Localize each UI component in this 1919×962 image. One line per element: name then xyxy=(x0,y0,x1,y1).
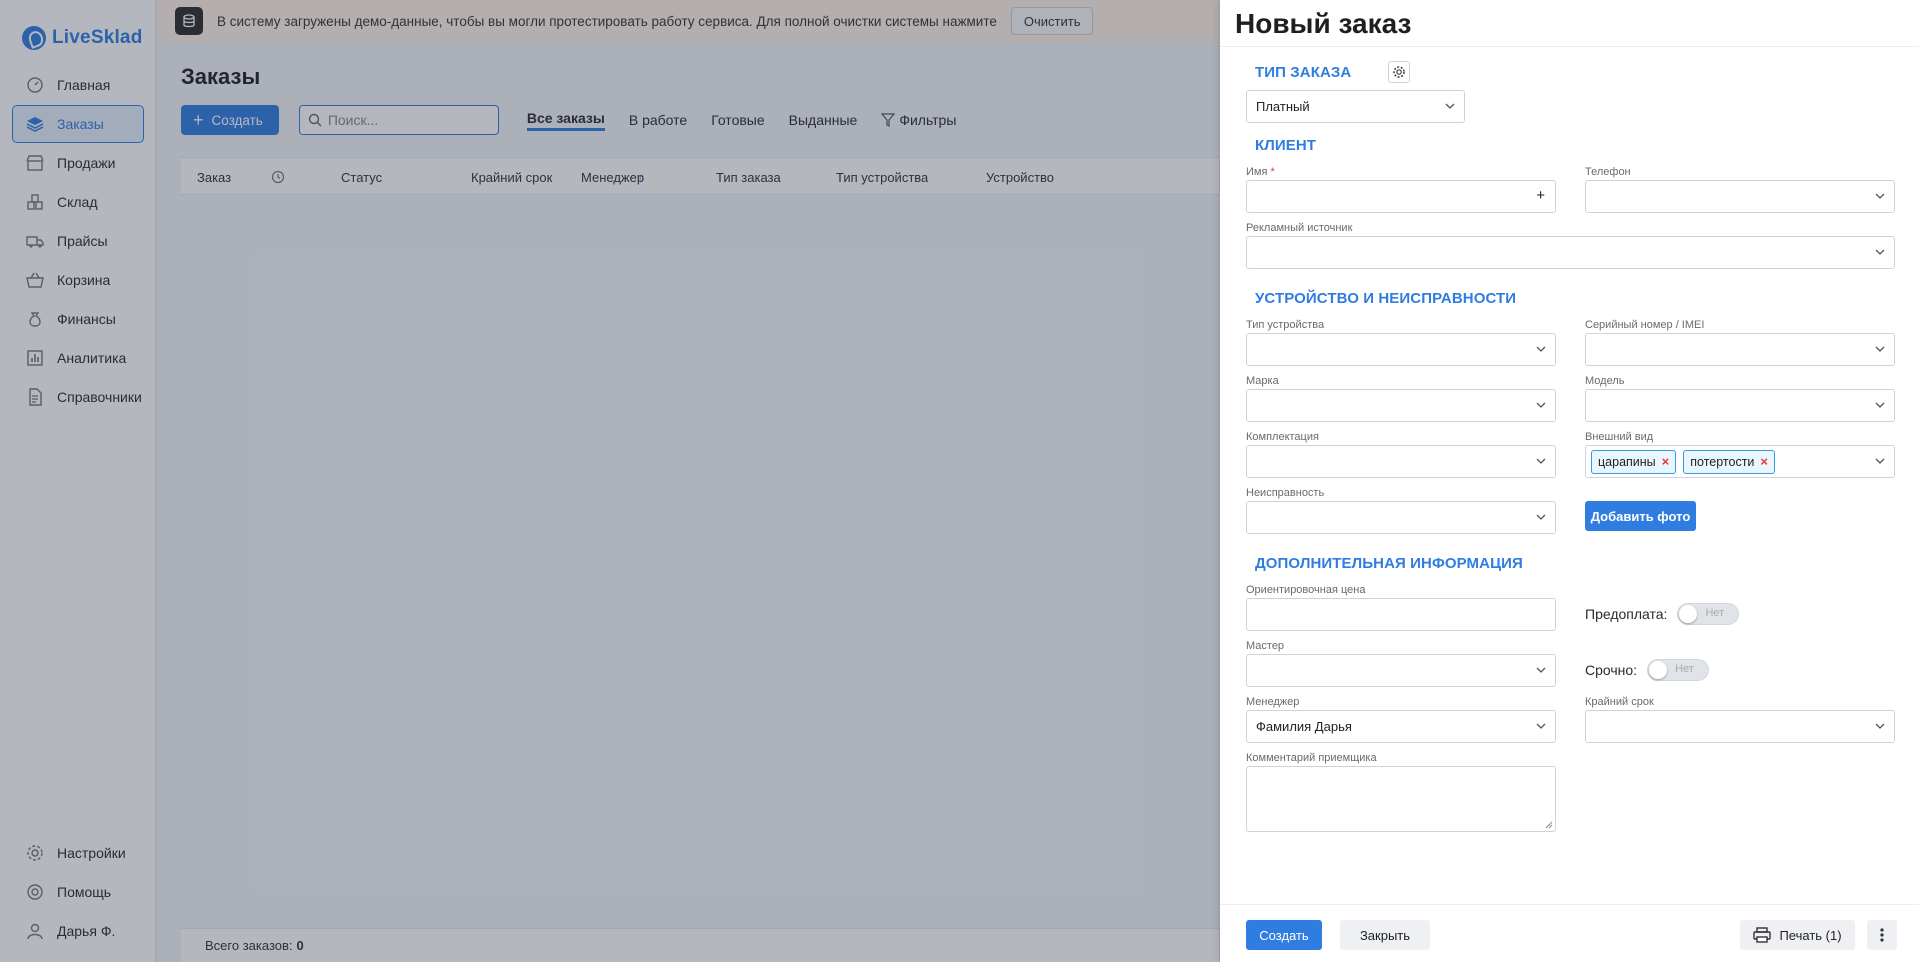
kit-label: Комплектация xyxy=(1246,431,1319,443)
prepayment-label: Предоплата: xyxy=(1585,606,1668,622)
device-type-label: Тип устройства xyxy=(1246,319,1325,331)
phone-select[interactable] xyxy=(1585,180,1895,213)
chevron-down-icon xyxy=(1536,723,1546,729)
prepayment-toggle[interactable]: Нет xyxy=(1677,603,1740,625)
manager-label: Менеджер xyxy=(1246,696,1300,708)
urgent-toggle-row: Срочно: Нет xyxy=(1585,659,1710,681)
comment-textarea[interactable] xyxy=(1246,766,1556,832)
manager-value: Фамилия Дарья xyxy=(1256,719,1352,734)
chevron-down-icon xyxy=(1875,723,1885,729)
toggle-state: Нет xyxy=(1705,607,1725,619)
chevron-down-icon xyxy=(1536,458,1546,464)
deadline-label: Крайний срок xyxy=(1585,696,1654,708)
toggle-knob xyxy=(1649,661,1668,679)
close-button[interactable]: Закрыть xyxy=(1340,920,1430,950)
name-label-text: Имя xyxy=(1246,166,1268,178)
price-input[interactable] xyxy=(1246,598,1556,631)
ad-source-select[interactable] xyxy=(1246,236,1895,269)
add-client-icon[interactable]: + xyxy=(1536,187,1545,204)
section-order-type: ТИП ЗАКАЗА xyxy=(1255,64,1352,81)
chevron-down-icon xyxy=(1875,193,1885,199)
master-select[interactable] xyxy=(1246,654,1556,687)
price-label: Ориентировочная цена xyxy=(1246,584,1366,596)
appearance-multiselect[interactable]: царапины × потертости × xyxy=(1585,445,1895,478)
fault-label: Неисправность xyxy=(1246,487,1325,499)
order-type-settings-button[interactable] xyxy=(1388,61,1410,83)
chevron-down-icon xyxy=(1875,402,1885,408)
printer-icon xyxy=(1753,927,1772,943)
chevron-down-icon xyxy=(1536,402,1546,408)
drawer-title: Новый заказ xyxy=(1235,8,1412,39)
manager-select[interactable]: Фамилия Дарья xyxy=(1246,710,1556,743)
chevron-down-icon xyxy=(1536,514,1546,520)
kit-select[interactable] xyxy=(1246,445,1556,478)
chip-label: потертости xyxy=(1690,454,1755,469)
appearance-chip: потертости × xyxy=(1683,449,1775,474)
section-extra-info: ДОПОЛНИТЕЛЬНАЯ ИНФОРМАЦИЯ xyxy=(1255,555,1523,572)
urgent-label: Срочно: xyxy=(1585,662,1638,678)
name-label: Имя * xyxy=(1246,166,1275,178)
client-name-input[interactable]: + xyxy=(1246,180,1556,213)
comment-label: Комментарий приемщика xyxy=(1246,752,1377,764)
device-type-select[interactable] xyxy=(1246,333,1556,366)
master-label: Мастер xyxy=(1246,640,1285,652)
chevron-down-icon xyxy=(1536,667,1546,673)
brand-label: Марка xyxy=(1246,375,1279,387)
chevron-down-icon xyxy=(1536,346,1546,352)
remove-chip-icon[interactable]: × xyxy=(1662,454,1670,469)
fault-select[interactable] xyxy=(1246,501,1556,534)
appearance-chip: царапины × xyxy=(1591,449,1677,474)
remove-chip-icon[interactable]: × xyxy=(1760,454,1768,469)
drawer-footer: Создать Закрыть Печать (1) xyxy=(1220,904,1919,962)
print-label: Печать (1) xyxy=(1779,927,1842,943)
ad-source-label: Рекламный источник xyxy=(1246,222,1353,234)
section-device: УСТРОЙСТВО И НЕИСПРАВНОСТИ xyxy=(1255,290,1517,307)
deadline-select[interactable] xyxy=(1585,710,1895,743)
chevron-down-icon xyxy=(1445,103,1455,109)
chevron-down-icon xyxy=(1875,249,1885,255)
model-select[interactable] xyxy=(1585,389,1895,422)
prepayment-toggle-row: Предоплата: Нет xyxy=(1585,603,1740,625)
urgent-toggle[interactable]: Нет xyxy=(1647,659,1710,681)
chevron-down-icon xyxy=(1875,346,1885,352)
add-photo-button[interactable]: Добавить фото xyxy=(1585,501,1696,531)
section-client: КЛИЕНТ xyxy=(1255,137,1317,154)
resize-handle-icon[interactable] xyxy=(1545,821,1553,829)
phone-label: Телефон xyxy=(1585,166,1631,178)
gear-icon xyxy=(1393,66,1405,78)
required-mark: * xyxy=(1270,166,1275,178)
more-options-button[interactable] xyxy=(1867,920,1897,950)
divider xyxy=(1220,46,1919,47)
toggle-state: Нет xyxy=(1675,663,1694,675)
more-vertical-icon xyxy=(1880,928,1884,942)
brand-select[interactable] xyxy=(1246,389,1556,422)
order-type-value: Платный xyxy=(1256,99,1310,114)
model-label: Модель xyxy=(1585,375,1625,387)
print-button[interactable]: Печать (1) xyxy=(1740,920,1855,950)
toggle-knob xyxy=(1679,605,1698,623)
create-button[interactable]: Создать xyxy=(1246,920,1322,950)
new-order-drawer: Новый заказ ТИП ЗАКАЗА Платный КЛИЕНТ Им… xyxy=(1220,0,1919,962)
serial-number-select[interactable] xyxy=(1585,333,1895,366)
chip-label: царапины xyxy=(1598,454,1656,469)
modal-backdrop[interactable] xyxy=(0,0,1220,962)
appearance-label: Внешний вид xyxy=(1585,431,1654,443)
serial-label: Серийный номер / IMEI xyxy=(1585,319,1705,331)
chevron-down-icon xyxy=(1875,458,1885,464)
order-type-select[interactable]: Платный xyxy=(1246,90,1465,123)
